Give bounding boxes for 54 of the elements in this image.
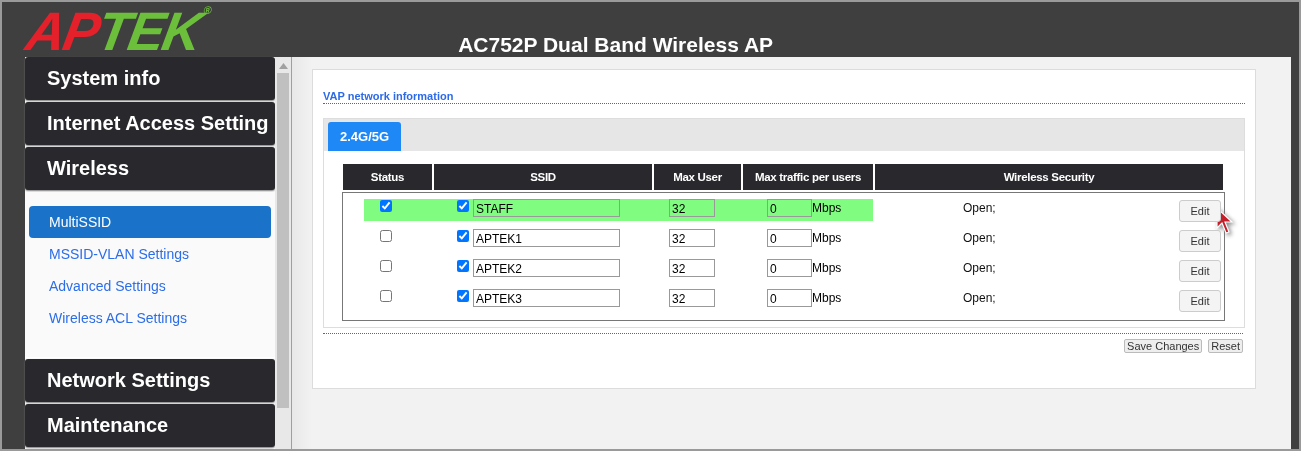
edit-button[interactable]: Edit xyxy=(1179,290,1221,312)
security-value: Open; xyxy=(963,231,996,245)
column-header: Wireless Security xyxy=(875,164,1223,190)
max-user-field[interactable]: 32 xyxy=(669,199,715,217)
max-traffic-field[interactable]: 0 xyxy=(767,199,812,217)
column-header: Max User xyxy=(654,164,741,190)
action-button[interactable]: Save Changes xyxy=(1124,339,1203,353)
sidebar-section[interactable]: Internet Access Setting xyxy=(25,102,275,145)
window-title: AC752P Dual Band Wireless AP xyxy=(458,33,774,57)
submenu-item[interactable]: Advanced Settings xyxy=(29,270,271,302)
ssid-field[interactable]: APTEK1 xyxy=(473,229,620,247)
ssid-checkbox[interactable] xyxy=(457,260,469,272)
max-user-field[interactable]: 32 xyxy=(669,259,715,277)
edit-button[interactable]: Edit xyxy=(1179,260,1221,282)
edit-button[interactable]: Edit xyxy=(1179,230,1221,252)
sidebar-section[interactable]: System info xyxy=(25,57,275,100)
column-header: SSID xyxy=(434,164,652,190)
security-value: Open; xyxy=(963,261,996,275)
status-checkbox[interactable] xyxy=(379,260,392,272)
ssid-checkbox[interactable] xyxy=(457,200,469,212)
status-checkbox[interactable] xyxy=(379,200,392,212)
ssid-checkbox[interactable] xyxy=(457,230,469,242)
scrollbar-thumb[interactable] xyxy=(277,73,289,408)
max-user-field[interactable]: 32 xyxy=(669,229,715,247)
security-value: Open; xyxy=(963,201,996,215)
submenu-item[interactable]: Wireless ACL Settings xyxy=(29,302,271,334)
max-traffic-field[interactable]: 0 xyxy=(767,229,812,247)
scroll-up-icon[interactable] xyxy=(278,63,288,69)
ssid-field[interactable]: APTEK3 xyxy=(473,289,620,307)
sidebar-section[interactable]: Maintenance xyxy=(25,404,275,447)
max-user-field[interactable]: 32 xyxy=(669,289,715,307)
scrollbar[interactable] xyxy=(275,57,291,449)
ssid-field[interactable]: STAFF xyxy=(473,199,620,217)
sidebar-section[interactable]: Wireless xyxy=(25,147,275,190)
submenu-item[interactable]: MSSID-VLAN Settings xyxy=(29,238,271,270)
ssid-field[interactable]: APTEK2 xyxy=(473,259,620,277)
submenu-item[interactable]: MultiSSID xyxy=(29,206,271,238)
action-button[interactable]: Reset xyxy=(1208,339,1243,353)
unit-label: Mbps xyxy=(812,201,842,215)
column-header: Status xyxy=(343,164,432,190)
sidebar-section[interactable]: Network Settings xyxy=(25,359,275,402)
max-traffic-field[interactable]: 0 xyxy=(767,259,812,277)
unit-label: Mbps xyxy=(812,291,842,305)
unit-label: Mbps xyxy=(812,261,842,275)
status-checkbox[interactable] xyxy=(379,290,392,302)
status-checkbox[interactable] xyxy=(379,230,392,242)
column-header: Max traffic per users xyxy=(743,164,873,190)
ssid-checkbox[interactable] xyxy=(457,290,469,302)
tab[interactable]: 2.4G/5G xyxy=(328,122,402,151)
section-title: VAP network information xyxy=(323,90,1245,104)
unit-label: Mbps xyxy=(812,231,842,245)
edit-button[interactable]: Edit xyxy=(1179,200,1221,222)
max-traffic-field[interactable]: 0 xyxy=(767,289,812,307)
security-value: Open; xyxy=(963,291,996,305)
